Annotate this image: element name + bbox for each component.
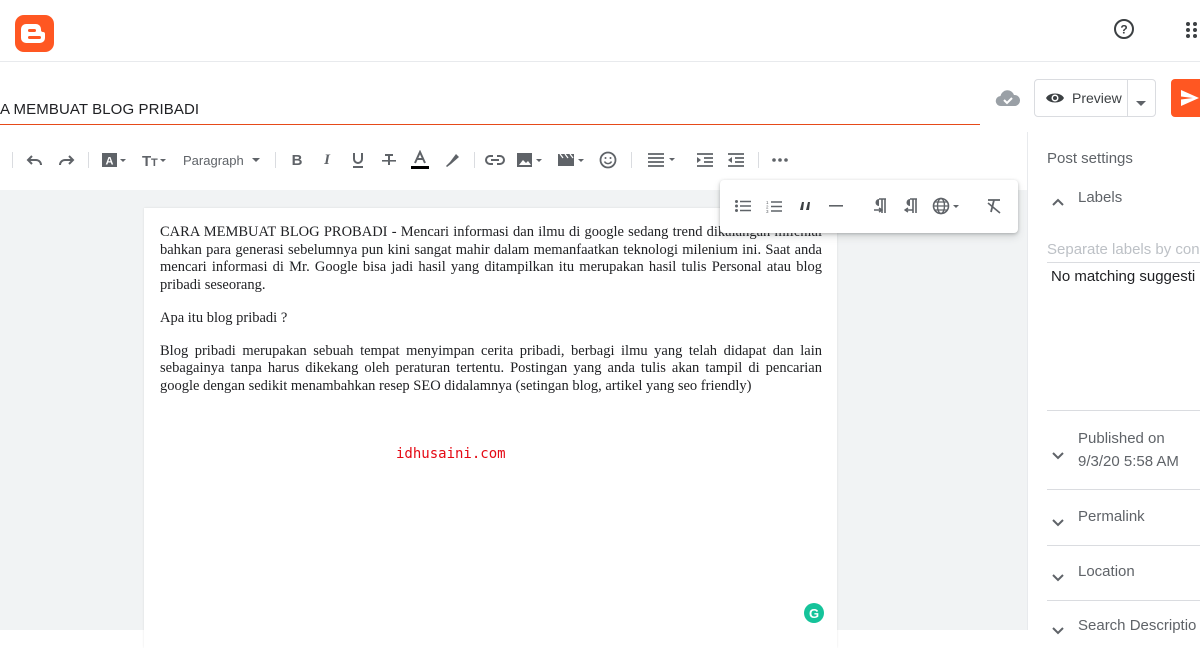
bold-icon[interactable]: B — [288, 142, 306, 178]
toolbar-divider — [88, 152, 89, 168]
editor-toolbar: A TT Paragraph B I — [0, 142, 1027, 178]
paragraph: Apa itu blog pribadi ? — [160, 309, 288, 326]
text-color-icon[interactable] — [410, 142, 430, 178]
more-icon[interactable] — [770, 142, 790, 178]
indent-icon[interactable] — [695, 142, 715, 178]
preview-label: Preview — [1072, 90, 1122, 106]
svg-text:A: A — [106, 156, 114, 168]
top-bar: ? — [0, 0, 1200, 62]
outdent-icon[interactable] — [726, 142, 746, 178]
post-body[interactable]: CARA MEMBUAT BLOG PROBADI - Mencari info… — [160, 224, 822, 411]
publish-button[interactable] — [1171, 79, 1200, 117]
search-description-label[interactable]: Search Descriptio — [1078, 617, 1196, 634]
toolbar-divider — [474, 152, 475, 168]
language-icon[interactable] — [932, 194, 962, 218]
chevron-down-icon[interactable] — [1052, 622, 1064, 640]
section-divider — [1047, 410, 1200, 411]
chevron-down-icon — [251, 158, 260, 162]
svg-text:?: ? — [1120, 23, 1127, 37]
paragraph-label: Paragraph — [183, 152, 244, 168]
dropdown-arrow-icon[interactable] — [1135, 95, 1147, 113]
undo-icon[interactable] — [25, 142, 45, 178]
emoji-icon[interactable] — [598, 142, 618, 178]
labels-input[interactable]: Separate labels by con — [1047, 241, 1200, 258]
title-underline — [0, 124, 980, 125]
permalink-label[interactable]: Permalink — [1078, 508, 1145, 525]
apps-grid-icon[interactable] — [1185, 20, 1200, 40]
eye-icon — [1045, 90, 1065, 111]
chevron-down-icon[interactable] — [1052, 447, 1064, 465]
italic-icon[interactable]: I — [318, 142, 336, 178]
chevron-up-icon[interactable] — [1052, 193, 1064, 211]
align-icon[interactable] — [647, 142, 679, 178]
image-icon[interactable] — [516, 142, 546, 178]
preview-divider — [1127, 80, 1128, 116]
sidebar-title: Post settings — [1047, 150, 1133, 167]
section-divider — [1047, 489, 1200, 490]
svg-text:3: 3 — [766, 209, 769, 213]
svg-text:T: T — [142, 153, 151, 168]
quote-icon[interactable] — [795, 194, 815, 218]
chevron-down-icon[interactable] — [1052, 514, 1064, 532]
rtl-icon[interactable] — [901, 194, 921, 218]
help-icon[interactable]: ? — [1112, 17, 1136, 41]
font-family-icon[interactable]: A — [101, 142, 129, 178]
labels-no-match: No matching suggesti — [1051, 268, 1196, 285]
watermark-text: idhusaini.com — [396, 446, 506, 462]
labels-heading[interactable]: Labels — [1078, 189, 1122, 206]
bulleted-list-icon[interactable] — [733, 194, 753, 218]
labels-input-underline — [1047, 262, 1200, 263]
section-divider — [1047, 545, 1200, 546]
toolbar-divider — [631, 152, 632, 168]
video-icon[interactable] — [557, 142, 587, 178]
published-value: 9/3/20 5:58 AM — [1078, 453, 1179, 470]
svg-text:T: T — [151, 157, 158, 168]
highlight-icon[interactable] — [441, 142, 463, 178]
format-popup: 123 — [720, 180, 1018, 233]
paragraph: Blog pribadi merupakan sebuah tempat men… — [160, 342, 822, 394]
underline-icon[interactable] — [349, 142, 367, 178]
ltr-icon[interactable] — [870, 194, 890, 218]
send-icon — [1180, 88, 1200, 113]
paragraph-select[interactable]: Paragraph — [183, 142, 263, 178]
grammarly-icon[interactable]: G — [804, 603, 824, 623]
preview-button[interactable]: Preview — [1034, 79, 1156, 117]
location-label[interactable]: Location — [1078, 563, 1135, 580]
paragraph: CARA MEMBUAT BLOG PROBADI - Mencari info… — [160, 224, 822, 293]
toolbar-divider — [758, 152, 759, 168]
toolbar-divider — [275, 152, 276, 168]
section-divider — [1047, 600, 1200, 601]
strikethrough-icon[interactable] — [379, 142, 399, 178]
redo-icon[interactable] — [56, 142, 76, 178]
post-title-input[interactable]: A MEMBUAT BLOG PRIBADI — [0, 101, 199, 118]
font-size-icon[interactable]: TT — [141, 142, 169, 178]
chevron-down-icon[interactable] — [1052, 569, 1064, 587]
toolbar-divider — [12, 152, 13, 168]
link-icon[interactable] — [484, 142, 506, 178]
numbered-list-icon[interactable]: 123 — [764, 194, 784, 218]
published-label[interactable]: Published on — [1078, 430, 1165, 447]
cloud-saved-icon — [995, 88, 1021, 108]
blogger-logo-icon[interactable] — [15, 15, 54, 52]
horizontal-rule-icon[interactable] — [826, 194, 846, 218]
clear-format-icon[interactable] — [984, 194, 1004, 218]
